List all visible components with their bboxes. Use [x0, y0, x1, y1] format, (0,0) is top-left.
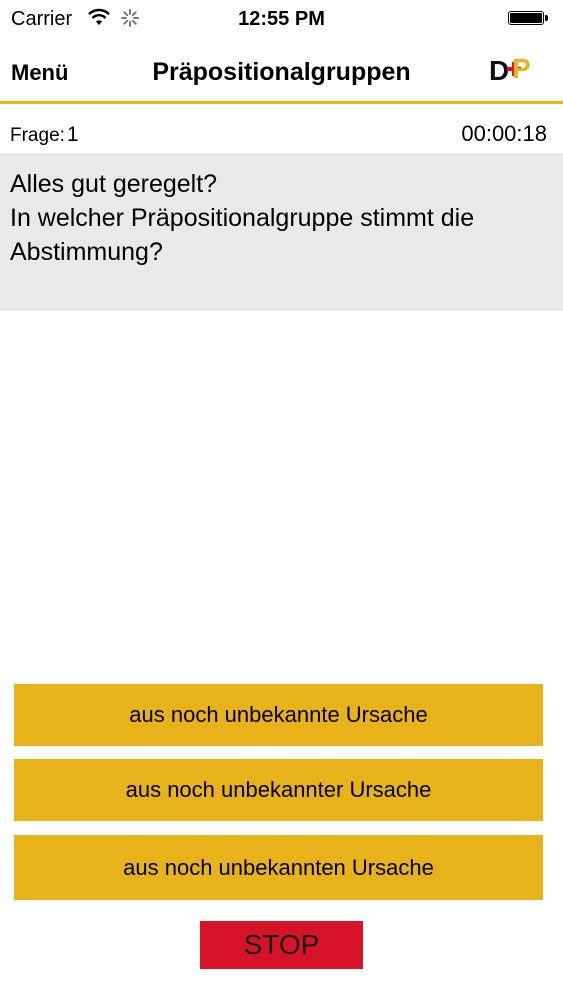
question-counter: Frage:1 — [10, 123, 79, 147]
svg-text:D: D — [489, 55, 509, 86]
answer-button-3[interactable]: aus noch unbekannten Ursache — [14, 835, 543, 900]
stop-button[interactable]: STOP — [200, 921, 363, 969]
timer: 00:00:18 — [461, 121, 547, 146]
answer-button-2[interactable]: aus noch unbekannter Ursache — [14, 759, 543, 821]
answer-button-1[interactable]: aus noch unbekannte Ursache — [14, 684, 543, 746]
question-line: In welcher Präpositionalgruppe stimmt di… — [10, 204, 475, 232]
info-bar: Frage:1 00:00:18 — [0, 107, 563, 153]
question-text: Alles gut geregelt? In welcher Präpositi… — [10, 167, 553, 269]
question-counter-label: Frage: — [10, 125, 65, 146]
dp-logo-icon: D P — [489, 53, 531, 86]
question-line: Abstimmung? — [10, 238, 163, 266]
status-time: 12:55 PM — [238, 8, 325, 30]
svg-text:P: P — [512, 53, 531, 84]
status-bar: Carrier 12:55 PM — [0, 0, 563, 40]
question-number: 1 — [66, 123, 79, 146]
page-title: Präpositionalgruppen — [152, 58, 411, 86]
nav-bar: Menü Präpositionalgruppen D P — [0, 40, 563, 104]
question-line: Alles gut geregelt? — [10, 170, 218, 198]
question-box: Alles gut geregelt? In welcher Präpositi… — [0, 153, 563, 311]
battery-icon — [508, 11, 548, 27]
